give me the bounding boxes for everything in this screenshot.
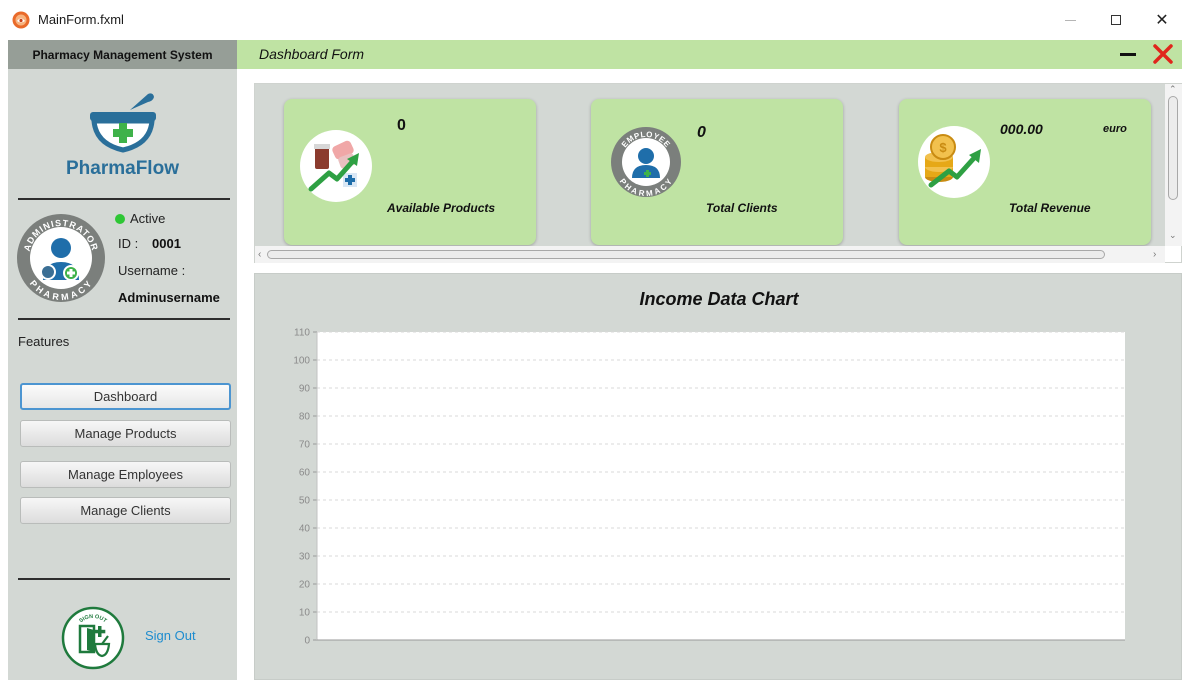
vertical-scrollbar[interactable]: ⌃ ⌄ bbox=[1165, 84, 1182, 246]
summary-cards-panel: 0 Available Products EMPLOYEE PHARMACY 0… bbox=[254, 83, 1182, 263]
pills-growth-icon bbox=[300, 130, 372, 202]
sidebar-divider-top bbox=[18, 198, 230, 200]
total-clients-value: 0 bbox=[697, 124, 706, 141]
nav-manage-clients-button[interactable]: Manage Clients bbox=[20, 497, 231, 524]
chart-y-tick-label: 30 bbox=[299, 552, 311, 563]
status-text: Active bbox=[130, 211, 166, 226]
total-clients-card: EMPLOYEE PHARMACY 0 Total Clients bbox=[591, 99, 843, 245]
nav-manage-employees-button[interactable]: Manage Employees bbox=[20, 461, 231, 488]
status-indicator bbox=[115, 214, 125, 224]
chart-y-tick-label: 20 bbox=[299, 580, 311, 591]
total-revenue-label: Total Revenue bbox=[1009, 201, 1091, 215]
horizontal-scroll-thumb[interactable] bbox=[267, 250, 1105, 259]
administrator-avatar-icon: ADMINISTRATOR PHARMACY bbox=[17, 214, 105, 302]
minimize-icon bbox=[1064, 19, 1076, 21]
window-title: MainForm.fxml bbox=[38, 12, 124, 27]
window-minimize-button[interactable] bbox=[1058, 8, 1082, 32]
page-title: Dashboard Form bbox=[259, 46, 365, 62]
chart-y-tick-label: 40 bbox=[299, 524, 311, 535]
total-revenue-card: $ 000.00 euro Total Revenue bbox=[899, 99, 1151, 245]
chart-y-tick-label: 100 bbox=[293, 356, 310, 367]
username-value: Adminusername bbox=[118, 290, 220, 305]
main-header: Dashboard Form bbox=[237, 40, 1182, 69]
chart-y-axis: 1101009080706050403020100 bbox=[293, 328, 318, 647]
scroll-down-icon[interactable]: ⌄ bbox=[1169, 230, 1177, 241]
window-close-button[interactable]: ✕ bbox=[1150, 8, 1174, 32]
scroll-left-icon[interactable]: ‹ bbox=[258, 249, 261, 260]
available-products-value: 0 bbox=[397, 117, 406, 134]
logo-text: PharmaFlow bbox=[66, 158, 179, 179]
chart-y-tick-label: 70 bbox=[299, 440, 311, 451]
minimize-icon bbox=[1120, 52, 1136, 56]
id-label: ID : bbox=[118, 236, 139, 251]
chart-y-tick-label: 10 bbox=[299, 608, 311, 619]
scroll-up-icon[interactable]: ⌃ bbox=[1169, 84, 1177, 95]
chart-y-tick-label: 110 bbox=[294, 328, 310, 339]
scroll-right-icon[interactable]: › bbox=[1153, 249, 1156, 260]
chart-y-tick-label: 80 bbox=[299, 412, 311, 423]
maximize-icon bbox=[1111, 15, 1121, 25]
chart-y-tick-label: 0 bbox=[304, 636, 310, 647]
chart-y-tick-label: 60 bbox=[299, 468, 311, 479]
income-chart: 1101009080706050403020100 bbox=[293, 328, 1125, 647]
sidebar-divider-middle bbox=[18, 318, 230, 320]
total-revenue-unit: euro bbox=[1103, 123, 1127, 135]
cards-scroll-area[interactable]: 0 Available Products EMPLOYEE PHARMACY 0… bbox=[255, 84, 1165, 246]
id-value: 0001 bbox=[152, 236, 181, 251]
coins-growth-icon: $ bbox=[918, 126, 990, 198]
main-content: Dashboard Form 0 Available Products EMPL… bbox=[237, 40, 1182, 680]
sidebar: Pharmacy Management System PharmaFlow AD… bbox=[8, 40, 237, 680]
sidebar-divider-bottom bbox=[18, 578, 230, 580]
window-maximize-button[interactable] bbox=[1104, 8, 1128, 32]
dollar-glyph: $ bbox=[939, 140, 947, 155]
sign-out-link[interactable]: Sign Out bbox=[145, 628, 196, 643]
total-clients-label: Total Clients bbox=[706, 201, 778, 215]
chart-y-tick-label: 90 bbox=[299, 384, 311, 395]
nav-dashboard-button[interactable]: Dashboard bbox=[20, 383, 231, 410]
features-label: Features bbox=[18, 334, 70, 349]
chart-y-tick-label: 50 bbox=[299, 496, 311, 507]
total-revenue-value: 000.00 bbox=[1000, 121, 1043, 137]
employee-badge-icon: EMPLOYEE PHARMACY bbox=[611, 127, 681, 198]
available-products-label: Available Products bbox=[387, 201, 496, 215]
chart-plot-area bbox=[317, 332, 1125, 640]
income-chart-panel: Income Data Chart 110 100 90 80 70 60 50 40 30 20… bbox=[254, 273, 1182, 680]
form-close-button[interactable] bbox=[1151, 42, 1175, 66]
horizontal-scrollbar[interactable]: ‹ › bbox=[255, 246, 1165, 263]
app-name: Pharmacy Management System bbox=[32, 47, 213, 62]
mortar-pestle-logo-icon bbox=[90, 93, 156, 153]
sign-out-icon[interactable]: SIGN OUT bbox=[61, 606, 125, 670]
form-minimize-button[interactable] bbox=[1117, 43, 1139, 65]
available-products-card: 0 Available Products bbox=[284, 99, 536, 245]
close-icon: ✕ bbox=[1155, 12, 1169, 29]
window-title-bar: MainForm.fxml ✕ bbox=[0, 0, 1182, 40]
vertical-scroll-thumb[interactable] bbox=[1168, 96, 1178, 200]
username-label: Username : bbox=[118, 263, 186, 278]
java-app-icon bbox=[12, 11, 30, 29]
nav-manage-products-button[interactable]: Manage Products bbox=[20, 420, 231, 447]
sidebar-header: Pharmacy Management System bbox=[8, 40, 237, 69]
